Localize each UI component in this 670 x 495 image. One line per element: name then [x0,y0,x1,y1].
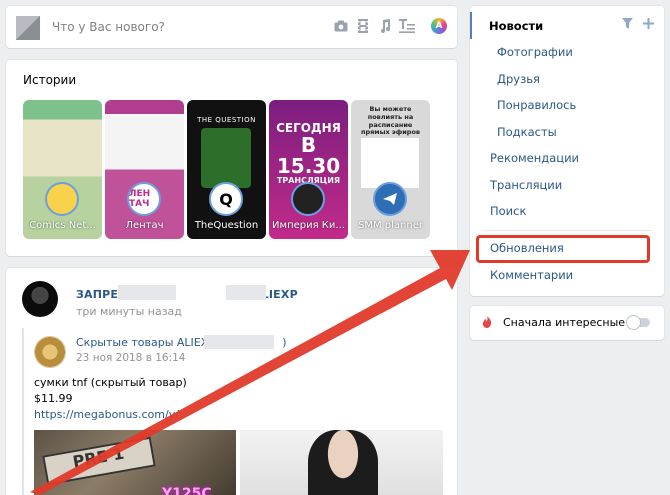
menu-item-podcasts[interactable]: Подкасты [470,118,664,145]
story-item[interactable]: Вы можете повлиять на расписание прямых … [351,100,430,239]
avatar[interactable] [22,281,58,317]
menu-item-liked[interactable]: Понравилось [470,91,664,118]
post-time[interactable]: три минуты назад [76,305,182,318]
story-avatar: Q [209,182,243,216]
post-composer[interactable]: Что у Вас нового? A [6,6,457,48]
add-icon[interactable] [643,18,654,33]
interesting-first-toggle-card[interactable]: Сначала интересные [470,306,664,340]
story-label: TheQuestion [194,220,259,231]
repost-divider [22,328,24,495]
post-link[interactable]: https://megabonus.com/y/ [34,408,179,421]
menu-icons [622,18,654,33]
story-headline: СЕГОДНЯ В 15.30 ТРАНСЛЯЦИЯ [273,122,344,185]
story-avatar [373,182,407,216]
story-label: SMM planner [358,220,423,231]
menu-item-broadcasts[interactable]: Трансляции [470,171,664,198]
repost-author-tail: ) [282,336,287,349]
story-image [201,128,251,188]
portrait [308,430,378,495]
text-format-icon[interactable] [399,16,415,36]
menu-item-photos[interactable]: Фотографии [470,38,664,65]
story-item[interactable]: ЛЕН ТАЧ Лентач [105,100,184,239]
composer-tools: A [333,16,447,36]
license-plate: PRE 1 [42,436,156,486]
music-icon[interactable] [377,16,393,36]
filter-icon[interactable] [622,18,633,33]
story-image [361,138,419,188]
redaction-box [118,285,176,300]
menu-item-recommendations[interactable]: Рекомендации [470,144,664,171]
story-label: Comics Net... [29,220,96,231]
post-image[interactable]: PRE 1 Y125C [34,430,236,495]
video-icon[interactable] [355,16,371,36]
story-avatar [291,182,325,216]
interesting-first-label: Сначала интересные [503,316,626,329]
feed-post: ЗАПРЕЩ ALIEXP три минуты назад Скрытые т… [6,268,457,495]
story-label: Империя Ки... [272,220,345,231]
story-item[interactable]: СЕГОДНЯ В 15.30 ТРАНСЛЯЦИЯ Империя Ки... [269,100,348,239]
menu-separator [482,230,652,231]
menu-item-search[interactable]: Поиск [470,197,664,224]
story-top-text: Вы можете повлиять на расписание прямых … [360,105,421,137]
post-text: сумки tnf (скрытый товар) [34,376,187,389]
story-item[interactable]: Comics Net... [23,100,102,239]
redaction-box [226,285,266,300]
camera-icon[interactable] [333,16,349,36]
story-top-text: THE QUESTION [197,116,256,124]
avatar[interactable] [16,16,40,40]
post-price: $11.99 [34,392,73,405]
story-headline-line: В 15.30 [276,132,341,178]
story-label: Лентач [125,220,164,231]
story-avatar [45,182,79,216]
avatar[interactable] [34,336,66,368]
color-palette-icon[interactable]: A [431,18,447,34]
menu-item-comments[interactable]: Комментарии [470,261,664,288]
menu-item-friends[interactable]: Друзья [470,65,664,92]
redaction-box [204,335,274,349]
repost-author-text[interactable]: Скрытые товары ALIEX [76,336,208,349]
story-avatar: ЛЕН ТАЧ [127,182,161,216]
fire-icon [482,315,492,331]
post-image[interactable] [240,430,443,495]
neon-sign: Y125C [162,486,212,495]
highlight-box [476,235,650,263]
repost-time[interactable]: 23 ноя 2018 в 16:14 [76,352,186,364]
stories-block: Истории Comics Net... ЛЕН ТАЧ Лентач THE… [6,60,457,256]
story-item[interactable]: THE QUESTION Q TheQuestion [187,100,266,239]
interesting-first-switch[interactable] [626,315,650,330]
stories-title: Истории [23,73,77,87]
composer-placeholder[interactable]: Что у Вас нового? [52,20,165,34]
